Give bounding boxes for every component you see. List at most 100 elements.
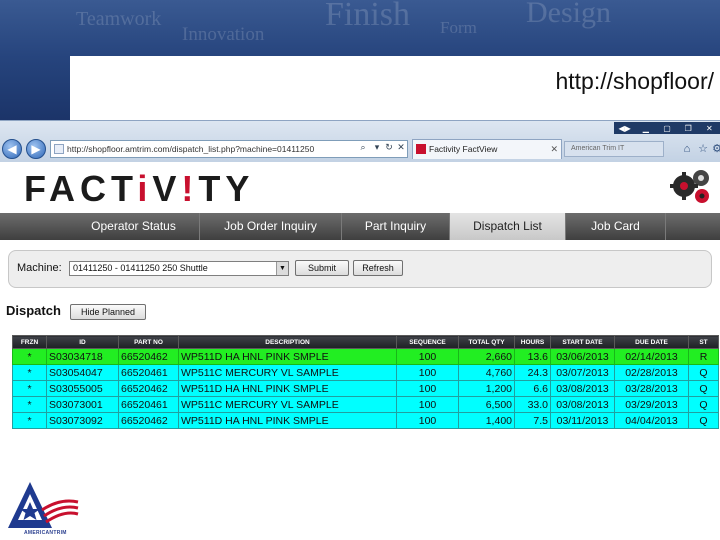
cell-frzn: * [12, 412, 47, 429]
close-icon[interactable]: ✕ [702, 124, 716, 133]
maximize-icon[interactable]: ▢ [660, 124, 674, 133]
refresh-button[interactable]: Refresh [353, 260, 403, 276]
table-row[interactable]: * S03034718 66520462 WP511D HA HNL PINK SMP… [12, 348, 719, 365]
nav-job-order-inquiry[interactable]: Job Order Inquiry [200, 213, 342, 240]
refresh-icon[interactable]: ↻ [384, 142, 394, 152]
favorites-star-icon[interactable]: ☆ [696, 142, 710, 156]
col-header[interactable]: PART NO [118, 335, 179, 349]
nav-operator-status[interactable]: Operator Status [68, 213, 200, 240]
cell-total-qty: 1,400 [458, 412, 515, 429]
browser-tab-inactive[interactable]: American Trim IT [564, 141, 664, 157]
nav-part-inquiry[interactable]: Part Inquiry [342, 213, 450, 240]
cell-st: R [688, 348, 719, 365]
browser-nav-row: ◀ ▶ http://shopfloor.amtrim.com/dispatch… [0, 137, 720, 161]
submit-button[interactable]: Submit [295, 260, 349, 276]
col-header[interactable]: FRZN [12, 335, 47, 349]
machine-filter-panel: Machine: 01411250 - 01411250 250 Shuttle… [8, 250, 712, 288]
american-trim-logo-icon [8, 482, 79, 528]
settings-gear-icon[interactable]: ⚙ [710, 142, 720, 156]
cell-frzn: * [12, 380, 47, 397]
cell-part-no: 66520461 [118, 364, 179, 381]
cell-description: WP511C MERCURY VL SAMPLE [178, 396, 397, 413]
cell-hours: 24.3 [514, 364, 551, 381]
slide: Teamwork Innovation Finish Form Design h… [0, 0, 720, 540]
forward-arrow-icon[interactable]: ▶ [26, 139, 46, 159]
logo-letter: T [111, 168, 138, 209]
cell-due-date: 04/04/2013 [614, 412, 689, 429]
col-header[interactable]: SEQUENCE [396, 335, 459, 349]
cell-due-date: 02/28/2013 [614, 364, 689, 381]
search-icon[interactable]: ⌕ [358, 142, 368, 152]
lock-icon[interactable]: ▾ [372, 142, 382, 152]
cell-id: S03073092 [46, 412, 119, 429]
table-row[interactable]: * S03073092 66520462 WP511D HA HNL PINK SMP… [12, 412, 719, 429]
col-header[interactable]: START DATE [550, 335, 615, 349]
minimize-icon[interactable]: ▁ [639, 124, 653, 133]
slide-url-title: http://shopfloor/ [555, 68, 714, 94]
cell-due-date: 02/14/2013 [614, 348, 689, 365]
machine-select[interactable]: 01411250 - 01411250 250 Shuttle ▼ [69, 261, 289, 276]
address-text: http://shopfloor.amtrim.com/dispatch_lis… [67, 144, 315, 154]
cell-frzn: * [12, 396, 47, 413]
cell-sequence: 100 [396, 380, 459, 397]
cell-part-no: 66520462 [118, 412, 179, 429]
tab-title: American Trim IT [571, 145, 625, 152]
app-header: FACTiV!TY Operator Status Job Order Inqu… [0, 162, 720, 240]
cell-part-no: 66520462 [118, 348, 179, 365]
gears-icon [670, 170, 709, 203]
machine-select-value: 01411250 - 01411250 250 Shuttle [73, 263, 208, 273]
cell-due-date: 03/28/2013 [614, 380, 689, 397]
tab-title: Factivity FactView [429, 144, 498, 154]
col-header[interactable]: DUE DATE [614, 335, 689, 349]
restore-icon[interactable]: ❐ [681, 124, 695, 133]
back-media-icon[interactable]: ◀▶ [618, 124, 632, 133]
nav-job-card[interactable]: Job Card [566, 213, 666, 240]
dispatch-table: FRZN ID PART NO DESCRIPTION SEQUENCE TOT… [12, 335, 719, 429]
watermark-text: Form [440, 18, 477, 37]
cell-start-date: 03/07/2013 [550, 364, 615, 381]
factivity-logo: FACTiV!TY [24, 168, 254, 210]
cell-hours: 6.6 [514, 380, 551, 397]
address-bar[interactable]: http://shopfloor.amtrim.com/dispatch_lis… [50, 140, 408, 158]
logo-letter: A [49, 168, 81, 209]
col-header[interactable]: ST [688, 335, 719, 349]
cell-start-date: 03/06/2013 [550, 348, 615, 365]
logo-letter: ! [181, 168, 199, 209]
cell-total-qty: 6,500 [458, 396, 515, 413]
cell-total-qty: 1,200 [458, 380, 515, 397]
dispatch-title: Dispatch [6, 303, 61, 318]
machine-label: Machine: [17, 262, 62, 274]
back-arrow-icon[interactable]: ◀ [2, 139, 22, 159]
cell-total-qty: 4,760 [458, 364, 515, 381]
slide-banner: Teamwork Innovation Finish Form Design h… [0, 0, 720, 128]
logo-letter: V [152, 168, 182, 209]
page-icon [54, 144, 64, 154]
chevron-down-icon[interactable]: ▼ [276, 262, 288, 275]
table-row[interactable]: * S03054047 66520461 WP511C MERCURY VL SAMP… [12, 364, 719, 381]
stop-icon[interactable]: ✕ [396, 142, 406, 152]
tab-favicon-icon [416, 144, 426, 154]
dispatch-table-body: * S03034718 66520462 WP511D HA HNL PINK SMP… [12, 348, 719, 429]
logo-letter: C [80, 168, 112, 209]
browser-chrome: ◀▶ ▁ ▢ ❐ ✕ ◀ ▶ http://shopfloor.amtrim.c… [0, 120, 720, 162]
col-header[interactable]: TOTAL QTY [458, 335, 515, 349]
browser-tab-active[interactable]: Factivity FactView ✕ [412, 139, 562, 159]
cell-frzn: * [12, 348, 47, 365]
watermark-text: Innovation [182, 24, 265, 45]
col-header[interactable]: ID [46, 335, 119, 349]
tab-close-icon[interactable]: ✕ [550, 140, 558, 158]
cell-hours: 7.5 [514, 412, 551, 429]
nav-dispatch-list[interactable]: Dispatch List [450, 213, 566, 240]
watermark-text: Design [526, 0, 611, 29]
table-row[interactable]: * S03055005 66520462 WP511D HA HNL PINK SMP… [12, 380, 719, 397]
hide-planned-button[interactable]: Hide Planned [70, 304, 146, 320]
logo-letter: Y [225, 168, 255, 209]
col-header[interactable]: DESCRIPTION [178, 335, 397, 349]
cell-description: WP511D HA HNL PINK SMPLE [178, 348, 397, 365]
cell-id: S03073001 [46, 396, 119, 413]
home-icon[interactable]: ⌂ [680, 142, 694, 156]
table-row[interactable]: * S03073001 66520461 WP511C MERCURY VL SAMP… [12, 396, 719, 413]
cell-id: S03055005 [46, 380, 119, 397]
col-header[interactable]: HOURS [514, 335, 551, 349]
cell-sequence: 100 [396, 412, 459, 429]
